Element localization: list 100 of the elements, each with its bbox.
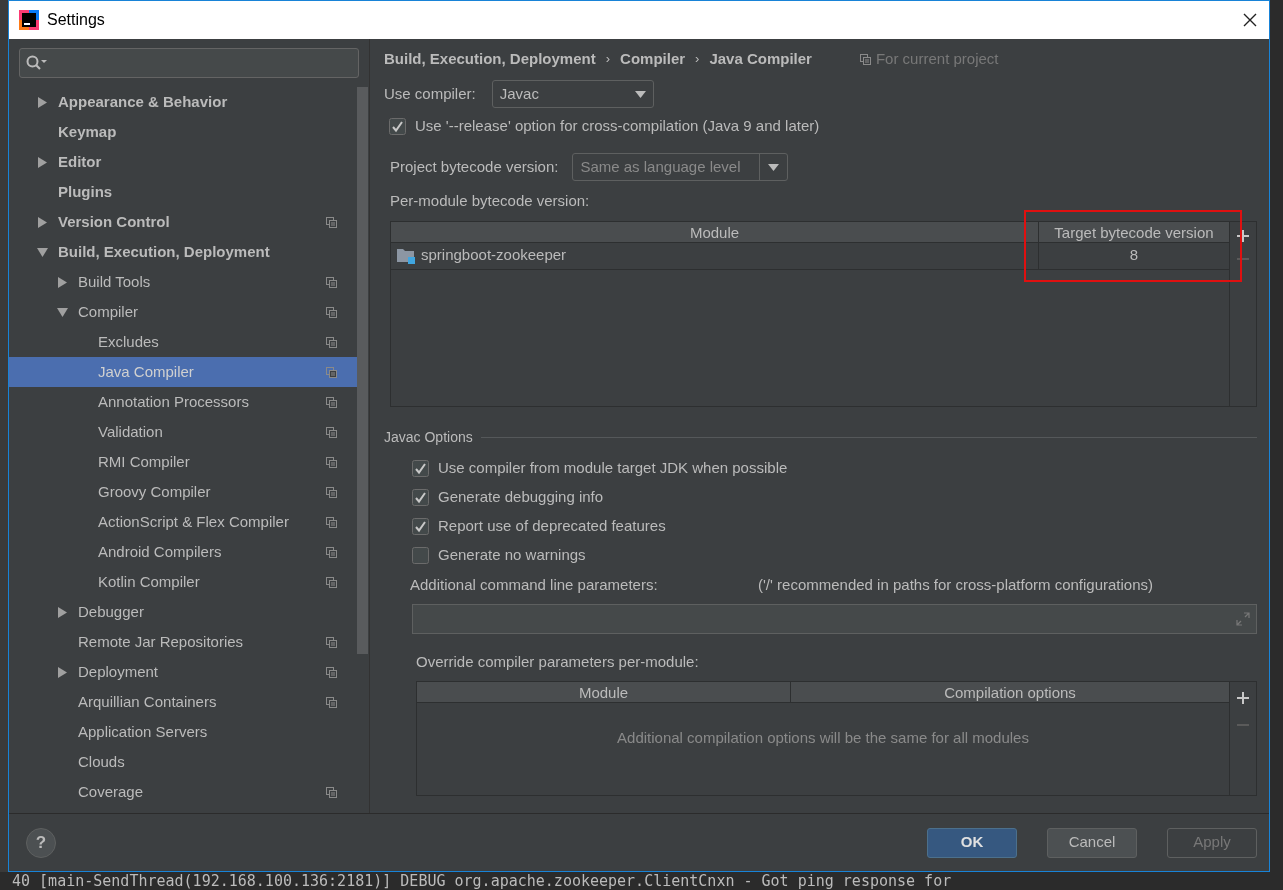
collapsed-arrow-icon[interactable] — [57, 606, 68, 618]
tree-item[interactable]: Validation — [9, 417, 357, 447]
dialog-button[interactable]: OK — [927, 827, 1017, 858]
tree-item-label: Coverage — [78, 781, 145, 802]
section-label: Override compiler parameters per-module: — [415, 651, 700, 672]
breadcrumb-item: Java Compiler — [709, 48, 812, 69]
column-header[interactable]: Target bytecode version — [1039, 221, 1229, 242]
collapsed-arrow-icon[interactable] — [37, 96, 48, 108]
field-label: Project bytecode version: — [390, 156, 559, 177]
column-header[interactable]: Module — [391, 221, 1039, 242]
tree-item-label: Kotlin Compiler — [98, 571, 201, 592]
tree-item[interactable]: ActionScript & Flex Compiler — [9, 507, 357, 537]
close-icon[interactable] — [1243, 13, 1257, 27]
breadcrumb-item: Build, Execution, Deployment — [384, 48, 596, 69]
column-header[interactable]: Module — [417, 682, 791, 702]
checkbox[interactable] — [412, 488, 429, 506]
tree-item[interactable]: Clouds — [9, 747, 357, 777]
tree-item[interactable]: Java Compiler — [9, 357, 357, 387]
field-label: Additional command line parameters: — [410, 574, 659, 594]
scope-note: For current project — [875, 48, 999, 69]
tree-item-label: Compiler — [78, 301, 139, 322]
tree-item[interactable]: Keymap — [9, 117, 357, 147]
tree-item[interactable]: Android Compilers — [9, 537, 357, 567]
tree-item[interactable]: Build, Execution, Deployment — [9, 237, 357, 267]
tree-item-label: Java Compiler — [98, 361, 195, 382]
window-title: Settings — [47, 10, 106, 30]
checkbox-label: Use '--release' option for cross-compilation (Java 9 and later) — [415, 115, 820, 136]
tree-item[interactable]: Application Servers — [9, 717, 357, 747]
help-button[interactable]: ? — [26, 827, 56, 858]
tree-item-label: Arquillian Containers — [78, 691, 218, 712]
tree-item-label: Keymap — [58, 121, 118, 142]
tree-item[interactable]: Arquillian Containers — [9, 687, 357, 717]
checkbox[interactable] — [389, 117, 406, 135]
tree-item[interactable]: Compiler — [9, 297, 357, 327]
tree-item-label: ActionScript & Flex Compiler — [98, 511, 290, 532]
collapsed-arrow-icon[interactable] — [37, 156, 48, 168]
checkbox-label: Report use of deprecated features — [438, 515, 666, 536]
scrollbar[interactable] — [357, 87, 368, 654]
tree-item-label: Appearance & Behavior — [58, 91, 229, 112]
tree-item[interactable]: Debugger — [9, 597, 357, 627]
tree-item[interactable]: RMI Compiler — [9, 447, 357, 477]
add-icon[interactable] — [1237, 229, 1249, 242]
column-header[interactable]: Compilation options — [791, 682, 1229, 702]
hint-text: ('/' recommended in paths for cross-platform configurations) — [758, 574, 1154, 594]
expanded-arrow-icon[interactable] — [37, 246, 48, 258]
dropdown-arrow-icon — [634, 90, 646, 98]
tree-item[interactable]: Groovy Compiler — [9, 477, 357, 507]
tree-item[interactable]: Version Control — [9, 207, 357, 237]
group-title: Javac Options — [384, 427, 473, 447]
checkbox[interactable] — [412, 459, 429, 477]
tree-item-label: Application Servers — [78, 721, 209, 742]
breadcrumb-separator: › — [695, 50, 700, 69]
checkbox[interactable] — [412, 546, 429, 564]
expanded-arrow-icon[interactable] — [57, 306, 68, 318]
add-icon[interactable] — [1237, 692, 1249, 704]
log-line: 40 [main-SendThread(192.168.100.136:2181)] DEBUG org.apache.zookeeper.ClientCnxn - Got ping response for — [11, 872, 953, 889]
checkbox[interactable] — [412, 517, 429, 535]
tree-item-label: Validation — [98, 421, 164, 442]
tree-item-label: Remote Jar Repositories — [78, 631, 245, 652]
tree-item[interactable]: Coverage — [9, 777, 357, 807]
checkbox-label: Generate debugging info — [438, 486, 604, 507]
search-field[interactable] — [19, 48, 359, 78]
collapsed-arrow-icon[interactable] — [37, 216, 48, 228]
tree-item[interactable]: Kotlin Compiler — [9, 567, 357, 597]
project-level-icon — [859, 53, 871, 65]
tree-item-label: Groovy Compiler — [98, 481, 212, 502]
tree-item[interactable]: Editor — [9, 147, 357, 177]
tree-item-label: Build, Execution, Deployment — [58, 241, 271, 262]
dropdown-arrow-icon — [768, 163, 780, 171]
compiler-dropdown[interactable]: Javac — [491, 80, 654, 108]
tree-item-label: Clouds — [78, 751, 126, 772]
tree-item[interactable]: Deployment — [9, 657, 357, 687]
tree-item[interactable]: Excludes — [9, 327, 357, 357]
section-label: Per-module bytecode version: — [389, 191, 591, 211]
dialog-button[interactable]: Cancel — [1047, 827, 1137, 858]
breadcrumb-item: Compiler — [620, 48, 686, 69]
tree-item-label: Deployment — [78, 661, 160, 682]
tree-item[interactable]: Plugins — [9, 177, 357, 207]
tree-item[interactable]: Remote Jar Repositories — [9, 627, 357, 657]
tree-item-label: Build Tools — [78, 271, 152, 292]
table-cell-text: 8 — [1128, 245, 1140, 266]
tree-item-label: Annotation Processors — [98, 391, 250, 412]
tree-item-label: Excludes — [98, 331, 160, 352]
tree-item-label: Version Control — [58, 211, 171, 232]
breadcrumb-separator: › — [605, 50, 611, 69]
parameters-field[interactable] — [412, 603, 1257, 634]
field-label: Use compiler: — [384, 83, 476, 104]
tree-item[interactable]: Appearance & Behavior — [9, 87, 357, 117]
collapsed-arrow-icon[interactable] — [57, 666, 68, 678]
tree-item[interactable]: Annotation Processors — [9, 387, 357, 417]
empty-table-text: Additional compilation options will be the same for all modules — [617, 728, 1029, 748]
app-logo-icon — [19, 10, 39, 30]
tree-item-label: Editor — [58, 151, 103, 172]
tree-item-label: Debugger — [78, 601, 145, 622]
tree-item[interactable]: Build Tools — [9, 267, 357, 297]
checkbox-label: Use compiler from module target JDK when possible — [438, 457, 788, 478]
checkbox-label: Generate no warnings — [438, 544, 586, 565]
table-cell-text: springboot-zookeeper — [421, 245, 567, 266]
collapsed-arrow-icon[interactable] — [57, 276, 68, 288]
folder-icon — [397, 247, 415, 264]
